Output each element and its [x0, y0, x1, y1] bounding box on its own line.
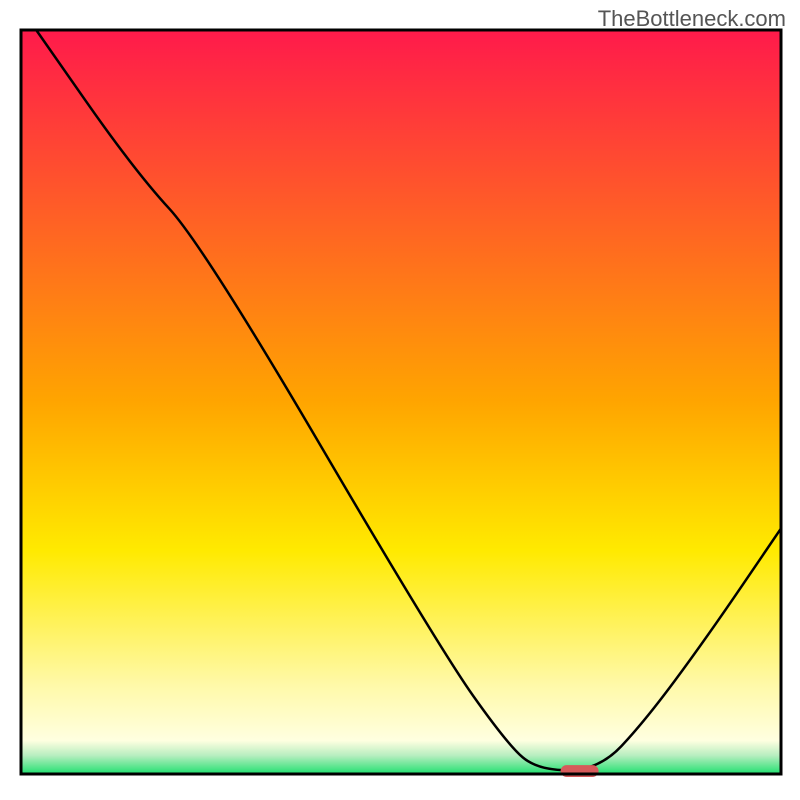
watermark-text: TheBottleneck.com — [598, 6, 786, 32]
plot-gradient-rect — [21, 30, 781, 774]
chart-svg — [0, 0, 800, 800]
